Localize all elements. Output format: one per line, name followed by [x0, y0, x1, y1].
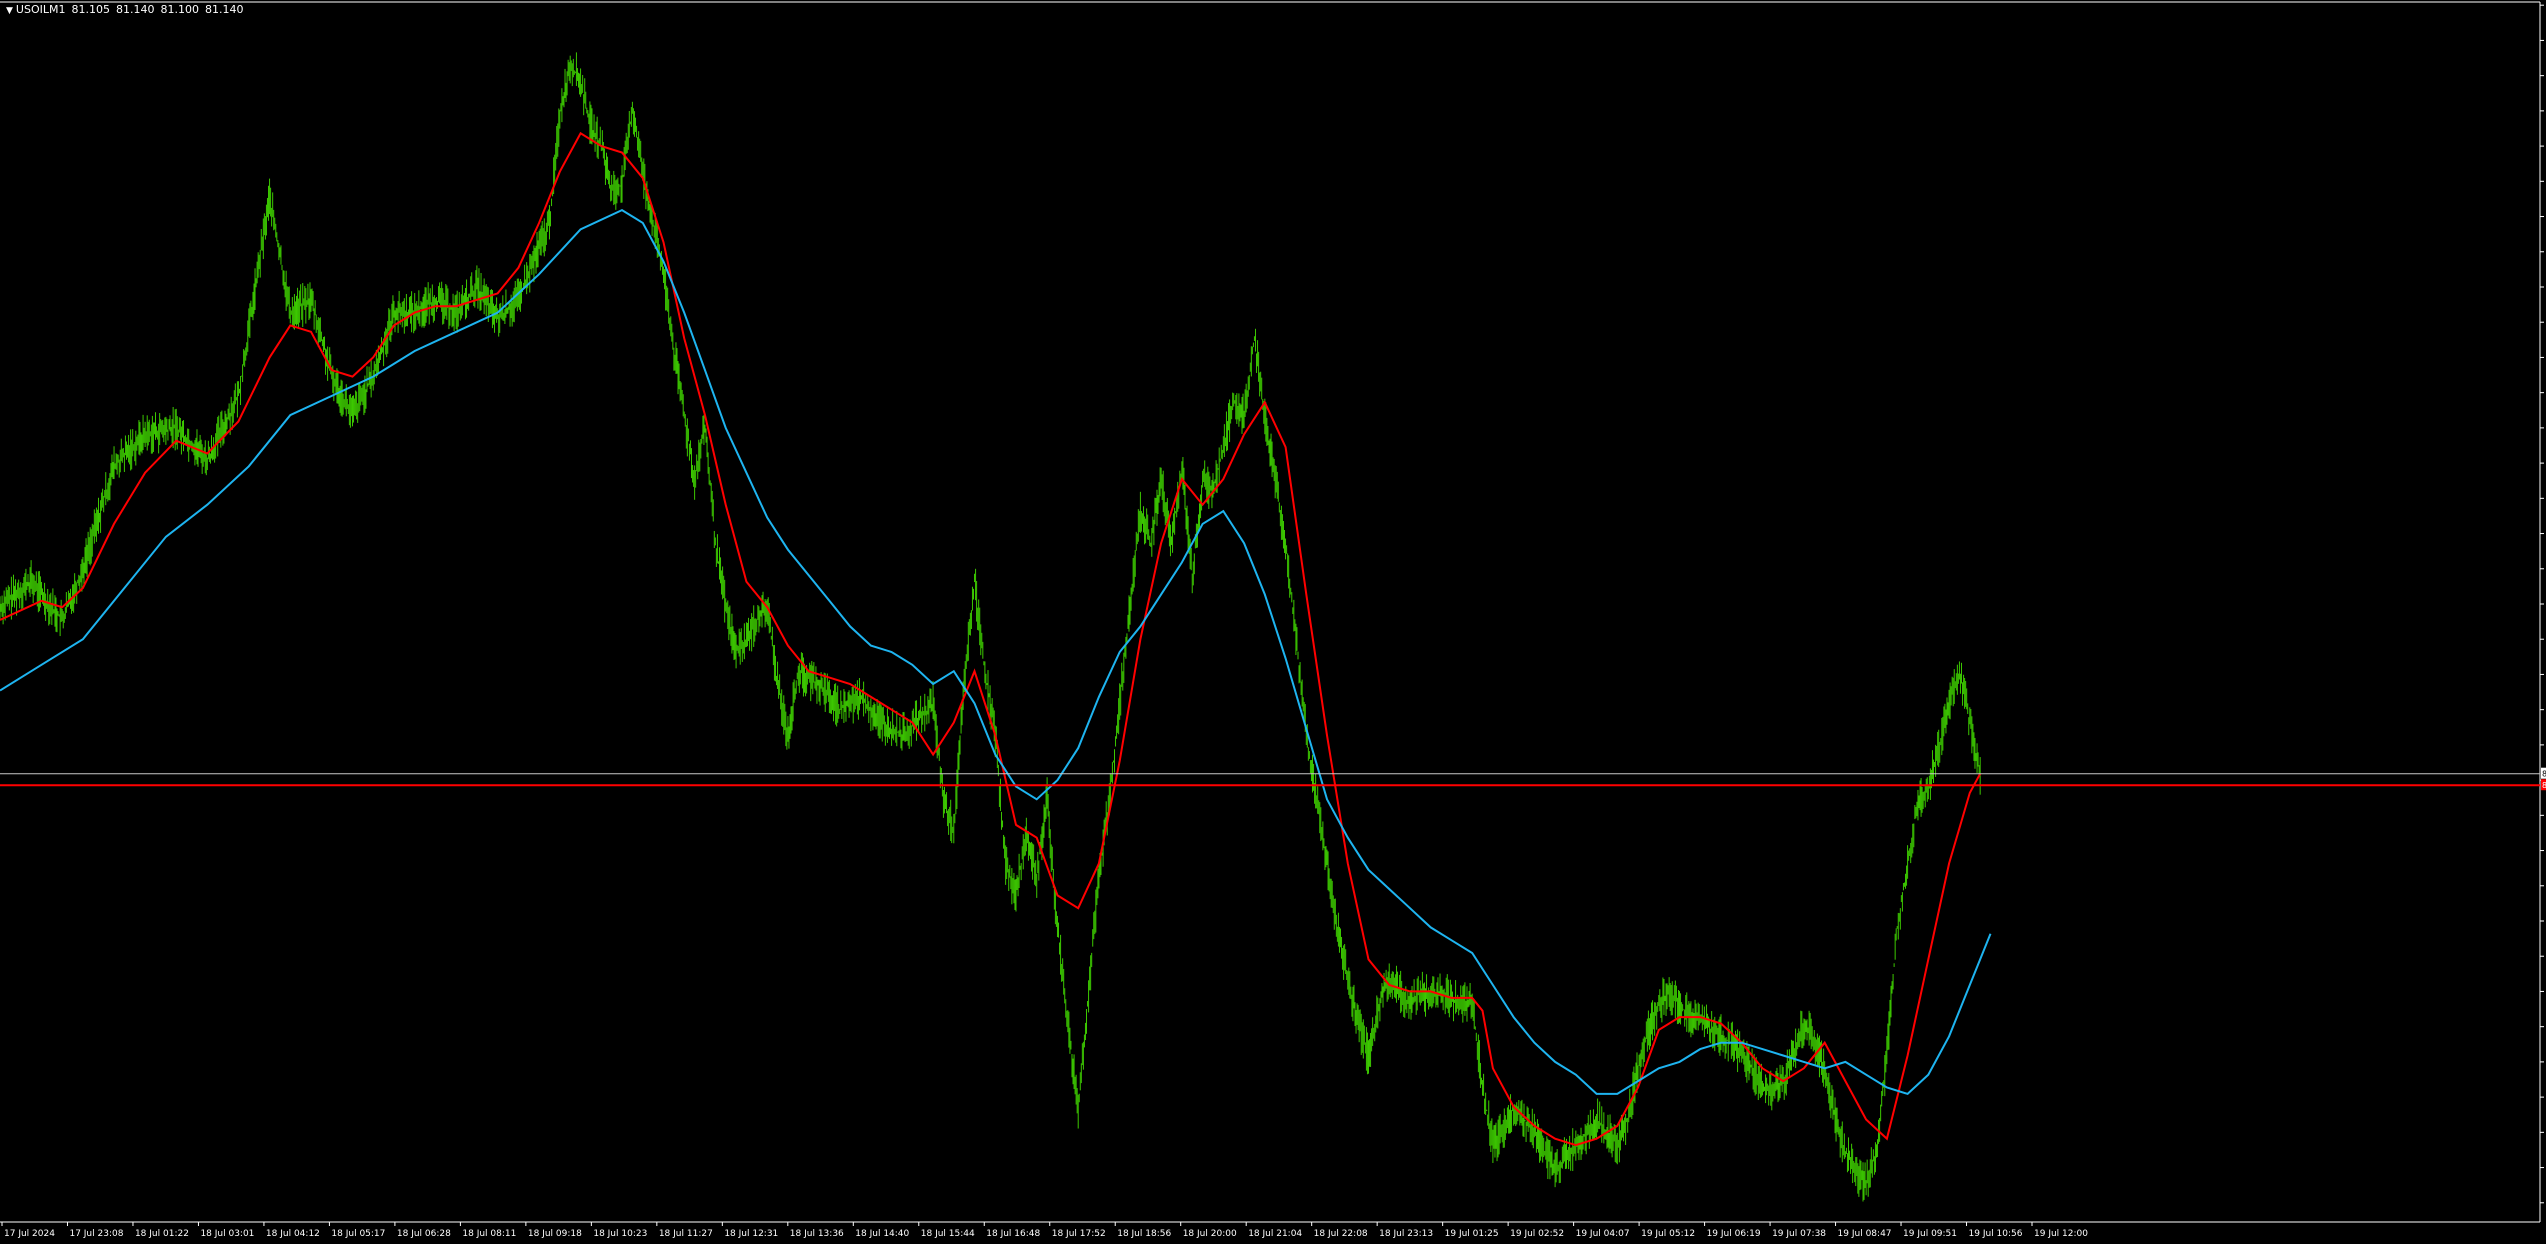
time-tick-label: 18 Jul 08:11	[462, 1229, 516, 1239]
time-tick-label: 19 Jul 08:47	[1838, 1229, 1892, 1239]
time-tick-label: 18 Jul 14:40	[855, 1229, 909, 1239]
time-tick-label: 19 Jul 07:38	[1772, 1229, 1826, 1239]
price-chart[interactable]: 82.34082.28582.23082.17582.12082.06582.0…	[0, 0, 2546, 1244]
time-tick-label: 18 Jul 23:13	[1379, 1229, 1433, 1239]
bid-price-label: 81.122	[2542, 781, 2546, 790]
candles	[0, 52, 1981, 1202]
time-tick-label: 19 Jul 05:12	[1641, 1229, 1695, 1239]
slow-moving-average-line	[0, 208, 1992, 1096]
time-tick-label: 19 Jul 09:51	[1903, 1229, 1957, 1239]
time-tick-label: 18 Jul 20:00	[1183, 1229, 1237, 1239]
time-tick-label: 18 Jul 10:23	[593, 1229, 647, 1239]
fast-moving-average-line	[0, 131, 1982, 1147]
time-tick-label: 19 Jul 01:25	[1445, 1229, 1499, 1239]
time-tick-label: 19 Jul 06:19	[1707, 1229, 1761, 1239]
time-tick-label: 18 Jul 06:28	[397, 1229, 451, 1239]
time-tick-label: 19 Jul 12:00	[2034, 1229, 2088, 1239]
time-tick-label: 18 Jul 09:18	[528, 1229, 582, 1239]
time-tick-label: 18 Jul 16:48	[986, 1229, 1040, 1239]
time-tick-label: 18 Jul 12:31	[724, 1229, 778, 1239]
time-tick-label: 19 Jul 02:52	[1510, 1229, 1564, 1239]
time-tick-label: 19 Jul 04:07	[1576, 1229, 1630, 1239]
ask-price-label: 81.140	[2542, 770, 2546, 779]
time-tick-label: 18 Jul 04:12	[266, 1229, 320, 1239]
time-tick-label: 18 Jul 03:01	[200, 1229, 254, 1239]
time-tick-label: 18 Jul 22:08	[1314, 1229, 1368, 1239]
time-tick-label: 18 Jul 18:56	[1117, 1229, 1171, 1239]
time-tick-label: 18 Jul 13:36	[790, 1229, 844, 1239]
time-tick-label: 17 Jul 2024	[4, 1229, 55, 1239]
time-tick-label: 18 Jul 05:17	[331, 1229, 385, 1239]
time-tick-label: 18 Jul 17:52	[1052, 1229, 1106, 1239]
time-tick-label: 19 Jul 10:56	[1969, 1229, 2023, 1239]
time-tick-label: 18 Jul 21:04	[1248, 1229, 1302, 1239]
time-tick-label: 18 Jul 11:27	[659, 1229, 713, 1239]
time-tick-label: 18 Jul 15:44	[921, 1229, 975, 1239]
time-tick-label: 17 Jul 23:08	[69, 1229, 123, 1239]
time-tick-label: 18 Jul 01:22	[135, 1229, 189, 1239]
